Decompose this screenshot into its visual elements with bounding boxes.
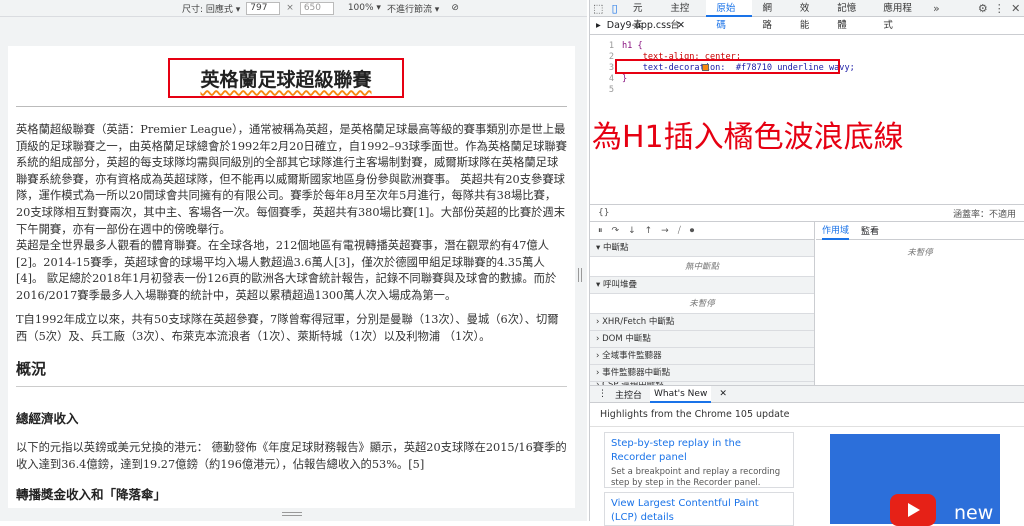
kebab-icon[interactable]: ⋮	[991, 2, 1007, 15]
drawer-menu-icon[interactable]: ⋮	[598, 389, 607, 399]
device-toolbar: 尺寸: 回應式 ▾ 797 × 650 100% ▾ 不進行節流 ▾ ⊘	[0, 0, 587, 17]
tab-network[interactable]: 網路	[752, 0, 789, 31]
section-divider	[16, 386, 567, 387]
step-icon[interactable]: →	[661, 226, 669, 236]
tab-console[interactable]: 主控台	[660, 0, 706, 31]
debugger-toolbar: ⏸ ↷ ↓ ↑ → ⧸ ⏺	[590, 222, 814, 240]
width-input[interactable]: 797	[246, 1, 281, 15]
title-divider	[16, 106, 567, 107]
pause-exceptions-icon[interactable]: ⏺	[690, 226, 695, 236]
scope-tabs: 作用域 監看	[816, 222, 1024, 240]
page-title: 英格蘭足球超級聯賽	[200, 68, 372, 91]
news-card-recorder[interactable]: Step-by-step replay in the Recorder pane…	[604, 432, 794, 488]
step-out-icon[interactable]: ↑	[645, 226, 653, 236]
drawer: ⋮ 主控台 What's New ✕ Highlights from the C…	[590, 385, 1024, 526]
line-number: 5	[608, 85, 614, 95]
pause-icon[interactable]: ⏸	[598, 226, 603, 236]
times-icon: ×	[286, 3, 294, 13]
tab-application[interactable]: 應用程式	[873, 0, 928, 31]
debugger-sidebar: ⏸ ↷ ↓ ↑ → ⧸ ⏺ ▾ 中斷點 無中斷點 ▾ 呼叫堆疊 未暫停 › XH…	[590, 222, 815, 388]
code-line: }	[622, 74, 628, 84]
height-input[interactable]: 650	[299, 1, 334, 15]
annotation-text: 為H1插入橘色波浪底線	[592, 120, 904, 155]
close-icon[interactable]: ✕	[1008, 2, 1024, 15]
code-highlight-box	[615, 59, 840, 74]
device-toggle-icon[interactable]: ▯	[606, 2, 622, 15]
resize-handle-bottom[interactable]	[282, 512, 302, 516]
step-into-icon[interactable]: ↓	[628, 226, 636, 236]
scope-pane: 作用域 監看 未暫停	[816, 222, 1024, 387]
tab-scope[interactable]: 作用域	[822, 222, 850, 240]
no-breakpoints-text: 無中斷點	[590, 257, 814, 277]
devtools-panel: ⬚ ▯ 元素 主控台 原始碼 網路 效能 記憶體 應用程式 » ⚙ ⋮ ✕ ▸ …	[589, 0, 1024, 526]
inspect-icon[interactable]: ⬚	[590, 2, 606, 15]
resize-handle-right[interactable]	[578, 268, 582, 282]
drawer-tabs: ⋮ 主控台 What's New ✕	[590, 385, 1024, 403]
rendered-page: 英格蘭足球超級聯賽 英格蘭超級聯賽（英語：Premier League），通常被…	[8, 46, 575, 508]
card-desc: Set a breakpoint and replay a recording …	[611, 467, 781, 488]
section-heading-overview: 概況	[16, 360, 47, 378]
paragraph-3: T自1992年成立以來，共有50支球隊在英超參賽，7隊曾奪得冠軍，分別是曼聯（1…	[16, 313, 559, 343]
subsection-heading-broadcast: 轉播獎金收入和「降落傘」	[16, 487, 167, 502]
size-dropdown[interactable]: 尺寸: 回應式 ▾	[182, 2, 240, 15]
tab-watch[interactable]: 監看	[861, 224, 879, 237]
step-over-icon[interactable]: ↷	[612, 226, 620, 236]
code-line: h1 {	[622, 41, 643, 51]
line-number: 2	[608, 52, 614, 62]
tab-elements[interactable]: 元素	[623, 0, 660, 31]
paragraph-1: 英格蘭超級聯賽（英語：Premier League），通常被稱為英超，是英格蘭足…	[16, 123, 567, 236]
section-xhr[interactable]: › XHR/Fetch 中斷點	[590, 314, 814, 331]
drawer-tab-console[interactable]: 主控台	[615, 388, 642, 401]
tab-sources[interactable]: 原始碼	[706, 0, 753, 31]
video-thumbnail[interactable]: new	[830, 434, 1000, 526]
line-number: 1	[608, 41, 614, 51]
file-tab[interactable]: Day9-app.css	[607, 20, 671, 31]
section-event-listeners[interactable]: › 事件監聽器中斷點	[590, 365, 814, 382]
editor-statusbar: {} 涵蓋率：不適用	[590, 204, 1024, 222]
tab-performance[interactable]: 效能	[790, 0, 827, 31]
close-drawer-tab-icon[interactable]: ✕	[719, 389, 727, 399]
section-dom[interactable]: › DOM 中斷點	[590, 331, 814, 348]
section-callstack[interactable]: ▾ 呼叫堆疊	[590, 277, 814, 294]
more-tabs-icon[interactable]: »	[928, 2, 944, 15]
scope-not-paused: 未暫停	[907, 248, 933, 258]
gear-icon[interactable]: ⚙	[975, 2, 991, 15]
section-global-listeners[interactable]: › 全域事件監聽器	[590, 348, 814, 365]
devtools-tabbar: ⬚ ▯ 元素 主控台 原始碼 網路 效能 記憶體 應用程式 » ⚙ ⋮ ✕	[590, 0, 1024, 31]
tab-memory[interactable]: 記憶體	[827, 0, 873, 31]
line-number: 3	[608, 63, 614, 73]
throttle-dropdown[interactable]: 不進行節流 ▾	[387, 2, 439, 15]
pretty-print-icon[interactable]: {}	[598, 208, 609, 218]
play-icon[interactable]	[890, 494, 936, 526]
close-file-icon[interactable]: ✕	[677, 20, 685, 31]
device-viewport-area: 尺寸: 回應式 ▾ 797 × 650 100% ▾ 不進行節流 ▾ ⊘ 英格蘭…	[0, 0, 587, 521]
sidebar-toggle-icon[interactable]: ▸	[596, 20, 601, 31]
highlights-text: Highlights from the Chrome 105 update	[590, 403, 1024, 427]
coverage-label: 涵蓋率：不適用	[952, 209, 1016, 220]
line-number: 4	[608, 74, 614, 84]
not-paused-text: 未暫停	[590, 294, 814, 314]
card-title[interactable]: Step-by-step replay in the Recorder pane…	[611, 437, 787, 465]
h1-highlight-box: 英格蘭足球超級聯賽	[168, 58, 404, 98]
paragraph-2: 英超是全世界最多人觀看的體育聯賽。在全球各地，212個地區有電視轉播英超賽事，潛…	[16, 239, 557, 302]
section-breakpoints[interactable]: ▾ 中斷點	[590, 240, 814, 257]
zoom-dropdown[interactable]: 100% ▾	[348, 3, 381, 13]
paragraph-4: 以下的元指以英鎊或美元兌換的港元： 德勤發佈《年度足球財務報告》顯示，英超20支…	[16, 441, 567, 471]
rotate-icon[interactable]: ⊘	[451, 3, 459, 13]
deactivate-breakpoints-icon[interactable]: ⧸	[678, 226, 681, 236]
subsection-heading-income: 總經濟收入	[16, 411, 79, 426]
drawer-tab-whats-new[interactable]: What's New	[650, 385, 712, 403]
